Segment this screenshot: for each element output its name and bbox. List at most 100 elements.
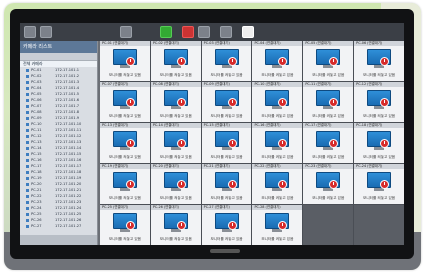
- tile-status-text: 모니터를 켜놓고 있음: [261, 237, 294, 241]
- power-icon: [380, 57, 390, 66]
- tree-item-ip: 172.17.101.1: [55, 68, 80, 72]
- camera-tile[interactable]: PC-16 (연결대기) 모니터를 켜놓고 있음: [252, 123, 303, 163]
- tree-item-ip: 172.17.101.25: [55, 212, 82, 216]
- camera-tile[interactable]: PC-23 (연결대기) 모니터를 켜놓고 있음: [303, 164, 354, 204]
- camera-icon: [26, 218, 29, 222]
- tile-header: PC-13 (연결대기): [100, 123, 150, 128]
- tile-header: PC-18 (연결대기): [354, 123, 404, 128]
- tile-header: PC-23 (연결대기): [303, 164, 354, 169]
- camera-tile[interactable]: PC-14 (연결대기) 모니터를 켜놓고 있음: [150, 123, 201, 163]
- toolbar-icon[interactable]: [160, 26, 172, 38]
- monitor-bezel: 카메라 리스트 전체 카메라 PC-01 172.17.101.1 PC-02 172…: [10, 9, 414, 259]
- tile-status-text: 모니터를 켜놓고 있음: [159, 114, 192, 118]
- camera-icon: [26, 176, 29, 180]
- tree-item-ip: 172.17.101.26: [55, 218, 82, 222]
- camera-icon: [26, 182, 29, 186]
- toolbar-icon[interactable]: [40, 26, 52, 38]
- tile-header: PC-26 (연결대기): [150, 205, 201, 210]
- tree-item-ip: 172.17.101.24: [55, 206, 82, 210]
- tile-header: PC-28 (연결대기): [252, 205, 303, 210]
- camera-tile[interactable]: PC-12 (연결대기) 모니터를 켜놓고 있음: [354, 82, 404, 122]
- camera-icon: [26, 212, 29, 216]
- toolbar-icon[interactable]: [198, 26, 210, 38]
- tree-item-name: PC-27: [31, 224, 42, 228]
- camera-icon: [26, 110, 29, 114]
- toolbar-icon[interactable]: [24, 26, 36, 38]
- power-icon: [176, 98, 186, 107]
- camera-tile[interactable]: PC-11 (연결대기) 모니터를 켜놓고 있음: [303, 82, 354, 122]
- power-icon: [380, 98, 390, 107]
- camera-tile[interactable]: PC-07 (연결대기) 모니터를 켜놓고 있음: [100, 82, 150, 122]
- camera-tile[interactable]: PC-15 (연결대기) 모니터를 켜놓고 있음: [201, 123, 252, 163]
- camera-icon: [26, 200, 29, 204]
- camera-tile[interactable]: PC-09 (연결대기) 모니터를 켜놓고 있음: [201, 82, 252, 122]
- camera-tile[interactable]: PC-20 (연결대기) 모니터를 켜놓고 있음: [150, 164, 201, 204]
- power-icon: [227, 221, 237, 230]
- camera-tile[interactable]: [354, 205, 404, 245]
- tree-item-ip: 172.17.101.15: [55, 152, 82, 156]
- camera-tile[interactable]: PC-26 (연결대기) 모니터를 켜놓고 있음: [150, 205, 201, 245]
- tile-header: PC-06 (연결대기): [354, 41, 404, 46]
- camera-icon: [26, 92, 29, 96]
- tile-status-text: 모니터를 켜놓고 있음: [261, 155, 294, 159]
- toolbar-icon[interactable]: [242, 26, 254, 38]
- camera-icon: [26, 146, 29, 150]
- tile-status-text: 모니터를 켜놓고 있음: [261, 73, 294, 77]
- tree-item-ip: 172.17.101.22: [55, 194, 82, 198]
- monitor-logo: [210, 249, 240, 253]
- tile-header: PC-16 (연결대기): [252, 123, 303, 128]
- toolbar-icon[interactable]: [120, 26, 132, 38]
- tile-header: PC-11 (연결대기): [303, 82, 354, 87]
- tree-item[interactable]: PC-27 172.17.101.27: [20, 223, 97, 229]
- tile-status-text: 모니터를 켜놓고 있음: [159, 155, 192, 159]
- power-icon: [125, 57, 135, 66]
- tree-item-ip: 172.17.101.4: [55, 86, 80, 90]
- camera-tile[interactable]: PC-06 (연결대기) 모니터를 켜놓고 있음: [354, 41, 404, 81]
- camera-icon: [26, 116, 29, 120]
- camera-tile[interactable]: PC-08 (연결대기) 모니터를 켜놓고 있음: [150, 82, 201, 122]
- power-icon: [125, 221, 135, 230]
- camera-icon: [26, 158, 29, 162]
- camera-tile[interactable]: PC-25 (연결대기) 모니터를 켜놓고 있음: [100, 205, 150, 245]
- camera-tile[interactable]: PC-01 (연결대기) 모니터를 켜놓고 있음: [100, 41, 150, 81]
- tile-header: PC-12 (연결대기): [354, 82, 404, 87]
- tile-header: PC-25 (연결대기): [100, 205, 150, 210]
- tile-status-text: 모니터를 켜놓고 있음: [210, 196, 243, 200]
- tile-status-text: 모니터를 켜놓고 있음: [108, 237, 141, 241]
- power-icon: [125, 98, 135, 107]
- camera-tile[interactable]: PC-13 (연결대기) 모니터를 켜놓고 있음: [100, 123, 150, 163]
- camera-tile[interactable]: PC-18 (연결대기) 모니터를 켜놓고 있음: [354, 123, 404, 163]
- camera-tile[interactable]: PC-17 (연결대기) 모니터를 켜놓고 있음: [303, 123, 354, 163]
- screen: 카메라 리스트 전체 카메라 PC-01 172.17.101.1 PC-02 172…: [20, 23, 404, 245]
- toolbar-icon[interactable]: [220, 26, 232, 38]
- tile-header: PC-08 (연결대기): [150, 82, 201, 87]
- camera-tile[interactable]: PC-04 (연결대기) 모니터를 켜놓고 있음: [252, 41, 303, 81]
- camera-icon: [26, 128, 29, 132]
- camera-tile[interactable]: PC-19 (연결대기) 모니터를 켜놓고 있음: [100, 164, 150, 204]
- tile-header: PC-04 (연결대기): [252, 41, 303, 46]
- tile-status-text: 모니터를 켜놓고 있음: [108, 155, 141, 159]
- toolbar-icon[interactable]: [182, 26, 194, 38]
- camera-tile[interactable]: PC-05 (연결대기) 모니터를 켜놓고 있음: [303, 41, 354, 81]
- power-icon: [176, 221, 186, 230]
- power-icon: [176, 57, 186, 66]
- camera-tile[interactable]: PC-28 (연결대기) 모니터를 켜놓고 있음: [252, 205, 303, 245]
- camera-icon: [26, 164, 29, 168]
- camera-icon: [26, 170, 29, 174]
- camera-tile[interactable]: PC-21 (연결대기) 모니터를 켜놓고 있음: [201, 164, 252, 204]
- camera-tile[interactable]: PC-03 (연결대기) 모니터를 켜놓고 있음: [201, 41, 252, 81]
- tree-item-ip: 172.17.101.27: [55, 224, 82, 228]
- camera-tile[interactable]: [303, 205, 354, 245]
- camera-tile[interactable]: PC-24 (연결대기) 모니터를 켜놓고 있음: [354, 164, 404, 204]
- camera-grid: PC-01 (연결대기) 모니터를 켜놓고 있음 PC-02 (연결대기) 모니터를 …: [100, 41, 404, 245]
- camera-tile[interactable]: PC-02 (연결대기) 모니터를 켜놓고 있음: [150, 41, 201, 81]
- tree-item-ip: 172.17.101.7: [55, 104, 80, 108]
- camera-tile[interactable]: PC-27 (연결대기) 모니터를 켜놓고 있음: [201, 205, 252, 245]
- camera-tile[interactable]: PC-10 (연결대기) 모니터를 켜놓고 있음: [252, 82, 303, 122]
- camera-tile[interactable]: PC-22 (연결대기) 모니터를 켜놓고 있음: [252, 164, 303, 204]
- power-icon: [227, 57, 237, 66]
- power-icon: [227, 98, 237, 107]
- tile-status-text: 모니터를 켜놓고 있음: [261, 196, 294, 200]
- camera-icon: [26, 86, 29, 90]
- tree-item-ip: 172.17.101.12: [55, 134, 82, 138]
